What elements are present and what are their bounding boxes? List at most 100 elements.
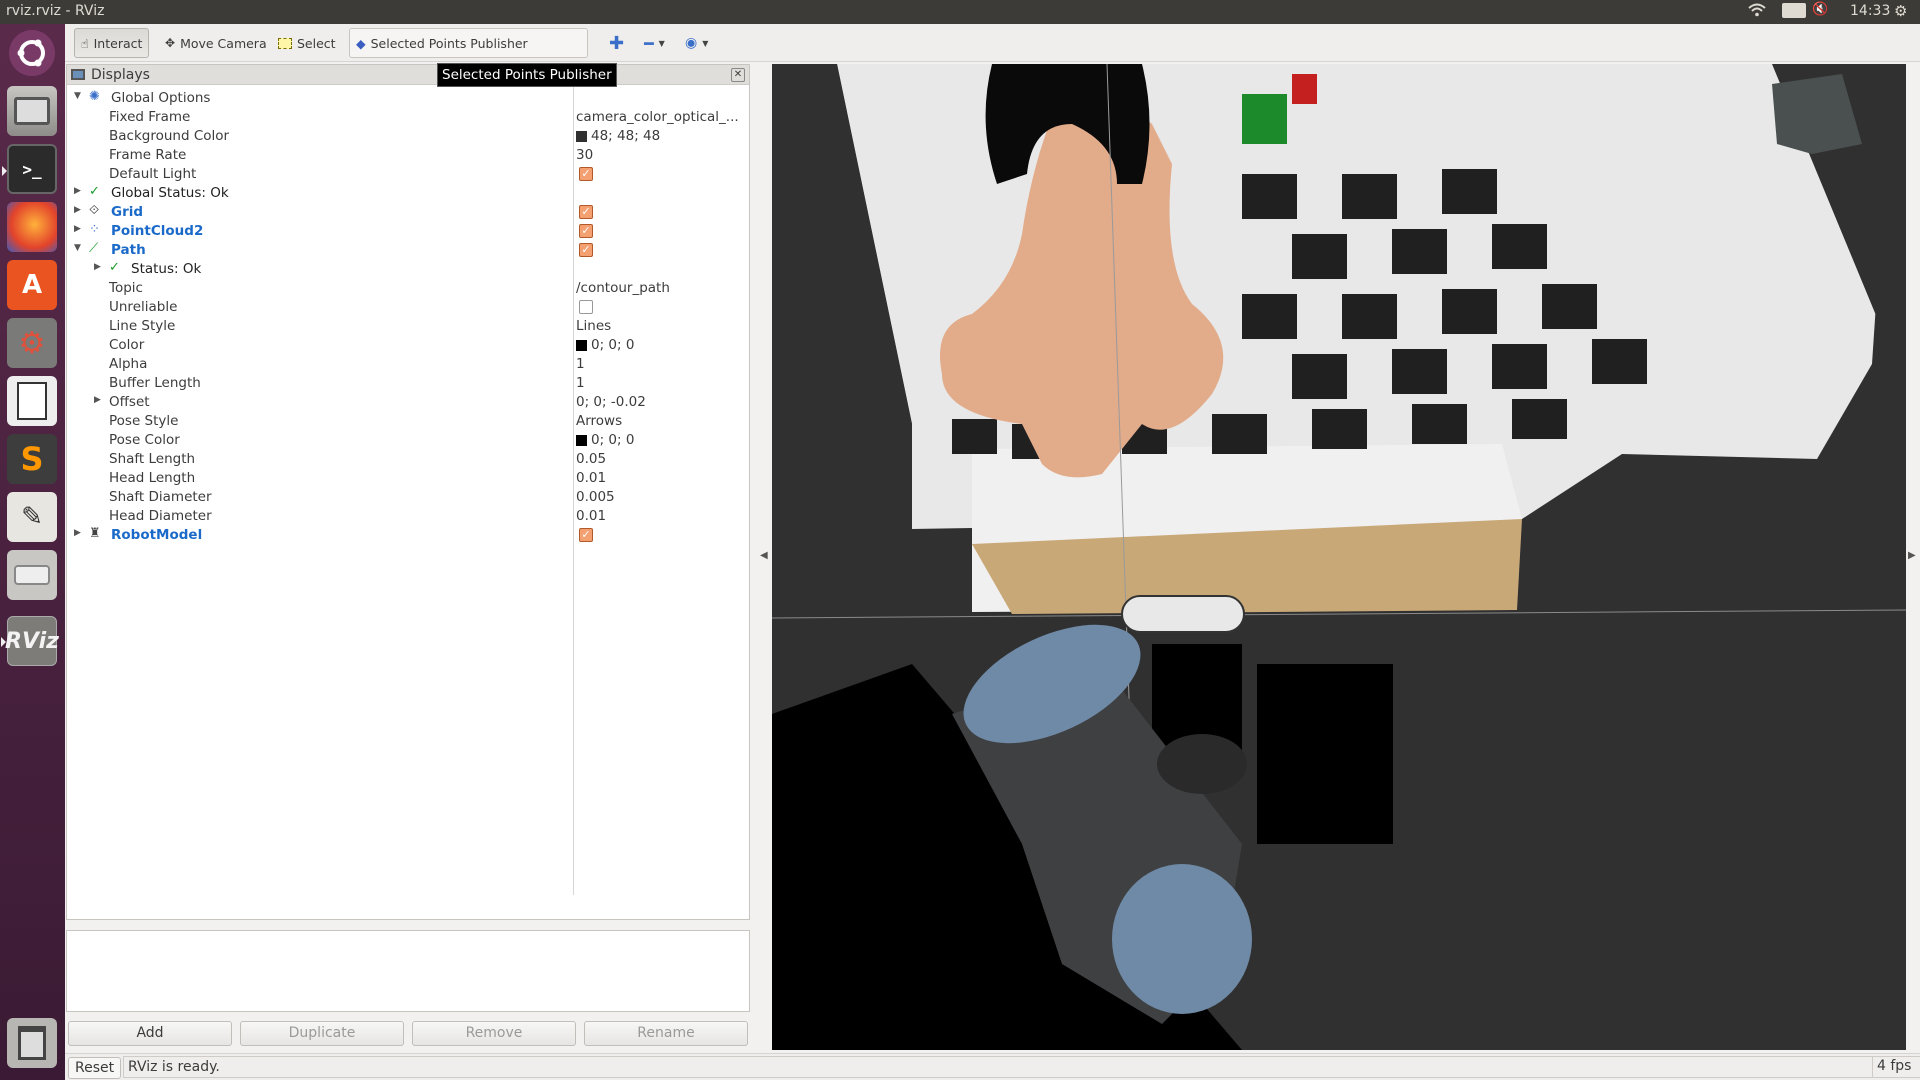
tooltip: Selected Points Publisher [437, 63, 617, 87]
tree-row-buffer-length[interactable]: Buffer Length 1 [67, 374, 749, 393]
offset-value[interactable]: 0; 0; -0.02 [576, 394, 646, 410]
buffer-length-value[interactable]: 1 [576, 375, 585, 391]
tree-row-line-style[interactable]: Line Style Lines [67, 317, 749, 336]
default-light-checkbox[interactable]: ✓ [579, 166, 593, 182]
hand-cursor-icon: ☝ [81, 35, 89, 51]
tree-row-pose-style[interactable]: Pose Style Arrows [67, 412, 749, 431]
tree-row-offset[interactable]: ▶ Offset 0; 0; -0.02 [67, 393, 749, 412]
ubuntu-dash-icon[interactable] [9, 30, 55, 76]
collapse-arrow-icon[interactable]: ▶ [94, 262, 101, 272]
tree-row-background-color[interactable]: Background Color 48; 48; 48 [67, 127, 749, 146]
selected-points-publisher-button[interactable]: ◆ Selected Points Publisher [349, 28, 588, 58]
render-3d-view[interactable] [772, 64, 1906, 1050]
tree-row-head-length[interactable]: Head Length 0.01 [67, 469, 749, 488]
trash-icon[interactable] [7, 1018, 57, 1068]
tree-row-robot-model[interactable]: ▶ ♜ RobotModel ✓ [67, 526, 749, 545]
select-tool-button[interactable]: Select [272, 28, 342, 58]
topic-label: Topic [109, 280, 143, 296]
wifi-icon[interactable] [1748, 2, 1766, 22]
duplicate-button[interactable]: Duplicate [240, 1021, 404, 1046]
clock[interactable]: 14:33 [1850, 3, 1890, 19]
tree-row-topic[interactable]: Topic /contour_path [67, 279, 749, 298]
interact-tool-button[interactable]: ☝ Interact [74, 28, 150, 58]
system-settings-icon[interactable]: ⚙ [7, 318, 57, 368]
pointcloud2-display-label: PointCloud2 [111, 223, 204, 239]
tree-row-path[interactable]: ▼ ⟋ Path ✓ [67, 241, 749, 260]
software-center-icon[interactable]: A [7, 260, 57, 310]
tree-row-head-diameter[interactable]: Head Diameter 0.01 [67, 507, 749, 526]
notes-editor-icon[interactable]: ✎ [7, 492, 57, 542]
disk-drive-icon[interactable] [7, 550, 57, 600]
grid-display-label: Grid [111, 204, 144, 220]
tree-row-color[interactable]: Color 0; 0; 0 [67, 336, 749, 355]
left-splitter-arrow-icon[interactable]: ◀ [760, 550, 768, 561]
right-splitter-arrow-icon[interactable]: ▶ [1908, 550, 1916, 561]
reset-button[interactable]: Reset [68, 1057, 122, 1079]
rviz-toolbar: ☝ Interact ✥ Move Camera Select ◆ Select… [65, 24, 1920, 62]
topic-value[interactable]: /contour_path [576, 280, 670, 296]
expand-arrow-icon[interactable]: ▼ [74, 243, 81, 253]
collapse-arrow-icon[interactable]: ▶ [74, 224, 81, 234]
move-camera-tool-button[interactable]: ✥ Move Camera [159, 28, 273, 58]
collapse-arrow-icon[interactable]: ▶ [74, 528, 81, 538]
robot-model-enabled-checkbox[interactable]: ✓ [579, 527, 593, 543]
shaft-diameter-value[interactable]: 0.005 [576, 489, 615, 505]
tree-row-alpha[interactable]: Alpha 1 [67, 355, 749, 374]
tree-row-fixed-frame[interactable]: Fixed Frame camera_color_optical_... [67, 108, 749, 127]
remove-tool-icon[interactable]: ━ ▼ [638, 28, 671, 58]
remove-button[interactable]: Remove [412, 1021, 576, 1046]
add-tool-icon[interactable]: ✚ [603, 28, 630, 58]
select-label: Select [297, 35, 336, 51]
tree-row-default-light[interactable]: Default Light ✓ [67, 165, 749, 184]
collapse-arrow-icon[interactable]: ▶ [74, 186, 81, 196]
grid-enabled-checkbox[interactable]: ✓ [579, 204, 593, 220]
line-style-value[interactable]: Lines [576, 318, 611, 334]
shaft-length-value[interactable]: 0.05 [576, 451, 606, 467]
add-button[interactable]: Add [68, 1021, 232, 1046]
color-label: Color [109, 337, 145, 353]
path-enabled-checkbox[interactable]: ✓ [579, 242, 593, 258]
firefox-icon[interactable] [7, 202, 57, 252]
alpha-value[interactable]: 1 [576, 356, 585, 372]
pose-color-value[interactable]: 0; 0; 0 [576, 432, 634, 448]
files-icon[interactable] [7, 86, 57, 136]
tree-row-global-status[interactable]: ▶ ✓ Global Status: Ok [67, 184, 749, 203]
head-length-label: Head Length [109, 470, 196, 486]
rviz-app-icon[interactable]: RViz [1, 616, 59, 666]
tree-row-unreliable[interactable]: Unreliable [67, 298, 749, 317]
tree-row-path-status[interactable]: ▶ ✓ Status: Ok [67, 260, 749, 279]
displays-panel-header: Displays [67, 65, 749, 85]
text-editor-icon[interactable] [7, 376, 57, 426]
head-diameter-value[interactable]: 0.01 [576, 508, 606, 524]
volume-muted-icon[interactable]: 🔇 [1812, 2, 1828, 17]
sublime-text-icon[interactable]: S [7, 434, 57, 484]
tree-row-global-options[interactable]: ▼ ✺ Global Options [67, 89, 749, 108]
robot-icon: ♜ [89, 526, 101, 541]
rename-button[interactable]: Rename [584, 1021, 748, 1046]
color-value[interactable]: 0; 0; 0 [576, 337, 634, 353]
unreliable-checkbox[interactable] [579, 299, 593, 315]
gear-icon[interactable]: ⚙ [1894, 2, 1907, 20]
collapse-arrow-icon[interactable]: ▶ [94, 395, 101, 405]
tree-row-pose-color[interactable]: Pose Color 0; 0; 0 [67, 431, 749, 450]
tree-row-grid[interactable]: ▶ ⟐ Grid ✓ [67, 203, 749, 222]
close-panel-icon[interactable]: ✕ [731, 68, 745, 82]
expand-arrow-icon[interactable]: ▼ [74, 91, 81, 101]
tree-row-frame-rate[interactable]: Frame Rate 30 [67, 146, 749, 165]
background-color-value[interactable]: 48; 48; 48 [576, 128, 660, 144]
tree-row-pointcloud2[interactable]: ▶ ⁘ PointCloud2 ✓ [67, 222, 749, 241]
global-status-label: Global Status: Ok [111, 185, 229, 201]
tree-row-shaft-length[interactable]: Shaft Length 0.05 [67, 450, 749, 469]
pointcloud2-enabled-checkbox[interactable]: ✓ [579, 223, 593, 239]
fixed-frame-value[interactable]: camera_color_optical_... [576, 109, 739, 125]
head-length-value[interactable]: 0.01 [576, 470, 606, 486]
tree-row-shaft-diameter[interactable]: Shaft Diameter 0.005 [67, 488, 749, 507]
keyboard-layout-indicator[interactable]: En [1782, 3, 1807, 18]
collapse-arrow-icon[interactable]: ▶ [74, 205, 81, 215]
terminal-icon[interactable]: >_ [2, 144, 57, 194]
view-eye-icon[interactable]: ◉ ▼ [679, 28, 714, 58]
global-options-label: Global Options [111, 90, 211, 106]
pose-style-value[interactable]: Arrows [576, 413, 622, 429]
frame-rate-value[interactable]: 30 [576, 147, 593, 163]
color-text: 0; 0; 0 [591, 337, 635, 353]
